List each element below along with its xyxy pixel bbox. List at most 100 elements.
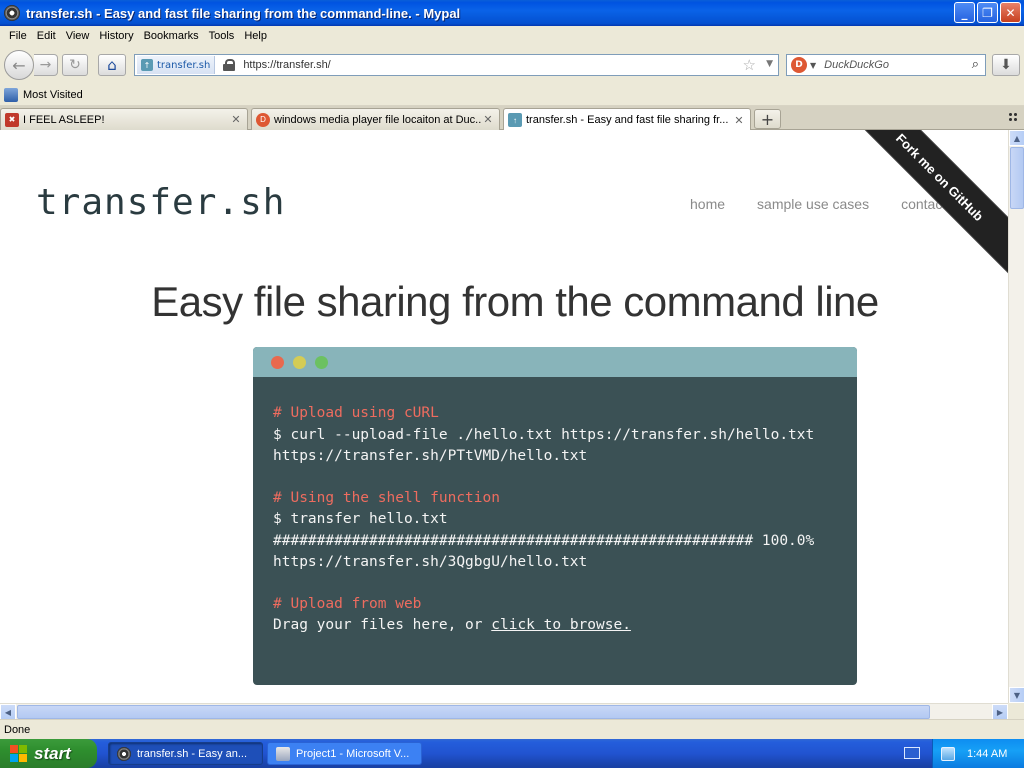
new-tab-button[interactable]: + bbox=[754, 109, 781, 129]
downloads-button[interactable]: ⬇ bbox=[992, 54, 1020, 76]
scroll-right-icon[interactable]: ▶ bbox=[992, 704, 1008, 720]
duckduckgo-tab-icon: D bbox=[256, 112, 270, 127]
url-bar[interactable]: ↑ transfer.sh https://transfer.sh/ ☆ ▼ bbox=[134, 54, 779, 76]
menu-help[interactable]: Help bbox=[239, 30, 272, 42]
scroll-down-icon[interactable]: ▼ bbox=[1009, 687, 1024, 703]
navigation-toolbar: ← → ↻ ⌂ ↑ transfer.sh https://transfer.s… bbox=[0, 46, 1024, 84]
search-input[interactable]: DuckDuckGo bbox=[824, 59, 889, 71]
scroll-left-icon[interactable]: ◀ bbox=[0, 704, 16, 720]
terminal-body: # Upload using cURL $ curl --upload-file … bbox=[253, 377, 857, 637]
terminal-comment: # Using the shell function bbox=[273, 489, 500, 506]
download-arrow-icon: ⬇ bbox=[1000, 57, 1012, 73]
home-icon: ⌂ bbox=[107, 56, 117, 74]
site-favicon-icon: ↑ bbox=[141, 59, 153, 71]
taskbar-item-label: Project1 - Microsoft V... bbox=[296, 747, 410, 760]
windows-logo-icon bbox=[10, 744, 28, 763]
forward-arrow-icon: → bbox=[39, 57, 52, 73]
tab-close-icon[interactable]: ✕ bbox=[481, 113, 495, 126]
url-input[interactable]: https://transfer.sh/ bbox=[243, 59, 330, 71]
clock[interactable]: 1:44 AM bbox=[967, 748, 1007, 760]
terminal-line: $ curl --upload-file ./hello.txt https:/… bbox=[273, 426, 815, 443]
window-title: transfer.sh - Easy and fast file sharing… bbox=[26, 5, 461, 21]
page-headline: Easy file sharing from the command line bbox=[151, 278, 879, 325]
window-titlebar[interactable]: transfer.sh - Easy and fast file sharing… bbox=[0, 0, 1024, 26]
tab-favicon-icon: ✖ bbox=[5, 112, 19, 127]
taskbar-item-browser[interactable]: transfer.sh - Easy an... bbox=[108, 742, 263, 765]
click-to-browse-link[interactable]: click to browse. bbox=[491, 617, 631, 633]
site-nav-sample-use-cases[interactable]: sample use cases bbox=[757, 196, 869, 212]
vertical-scrollbar[interactable]: ▲ ▼ bbox=[1008, 130, 1024, 703]
menu-edit[interactable]: Edit bbox=[32, 30, 61, 42]
site-logo[interactable]: transfer.sh bbox=[36, 182, 285, 223]
taskbar-item-visual-basic[interactable]: Project1 - Microsoft V... bbox=[267, 742, 422, 765]
tab-label: I FEEL ASLEEP! bbox=[23, 113, 105, 126]
terminal-line: https://transfer.sh/PTtVMD/hello.txt bbox=[273, 448, 588, 464]
scrollbar-corner bbox=[1008, 703, 1024, 719]
tab-i-feel-asleep[interactable]: ✖ I FEEL ASLEEP! ✕ bbox=[0, 108, 248, 130]
keyboard-language-icon[interactable] bbox=[904, 747, 920, 759]
terminal-comment: # Upload from web bbox=[273, 595, 422, 612]
menu-view[interactable]: View bbox=[61, 30, 95, 42]
duckduckgo-icon[interactable]: D bbox=[791, 57, 807, 73]
mypal-app-icon bbox=[4, 5, 20, 21]
site-nav-home[interactable]: home bbox=[690, 196, 725, 212]
terminal-maximize-dot bbox=[315, 355, 328, 369]
search-icon[interactable]: ⌕ bbox=[972, 57, 979, 72]
terminal-comment: # Upload using cURL bbox=[273, 405, 439, 421]
start-button[interactable]: start bbox=[0, 739, 97, 768]
close-button[interactable]: ✕ bbox=[1000, 2, 1021, 23]
terminal-titlebar bbox=[253, 347, 857, 377]
menu-file[interactable]: File bbox=[4, 30, 32, 42]
window-controls: _ ❐ ✕ bbox=[954, 2, 1021, 23]
tab-duckduckgo-search[interactable]: D windows media player file locaiton at … bbox=[251, 108, 500, 130]
terminal-close-dot bbox=[271, 355, 284, 369]
home-button[interactable]: ⌂ bbox=[98, 54, 126, 76]
site-identity-label: transfer.sh bbox=[157, 59, 211, 71]
minimize-button[interactable]: _ bbox=[954, 2, 975, 23]
reload-button[interactable]: ↻ bbox=[62, 54, 88, 76]
tab-close-icon[interactable]: ✕ bbox=[229, 113, 243, 126]
tab-label: transfer.sh - Easy and fast file sharing… bbox=[526, 114, 729, 126]
scroll-up-icon[interactable]: ▲ bbox=[1009, 130, 1024, 146]
maximize-button[interactable]: ❐ bbox=[977, 2, 998, 23]
vertical-scroll-thumb[interactable] bbox=[1010, 147, 1024, 209]
status-text: Done bbox=[4, 723, 31, 736]
bookmark-star-icon[interactable]: ☆ bbox=[743, 56, 756, 74]
tab-label: windows media player file locaiton at Du… bbox=[274, 113, 481, 126]
search-engine-dropdown-icon[interactable]: ▼ bbox=[810, 61, 816, 70]
plus-icon: + bbox=[760, 109, 775, 129]
network-tray-icon[interactable] bbox=[941, 746, 955, 761]
upload-drop-zone[interactable]: Drag your files here, or click to browse… bbox=[273, 615, 837, 637]
taskbar-item-label: transfer.sh - Easy an... bbox=[137, 747, 248, 760]
forward-button[interactable]: → bbox=[34, 54, 58, 76]
mypal-taskbar-icon bbox=[117, 746, 131, 761]
site-identity-button[interactable]: ↑ transfer.sh bbox=[137, 56, 216, 74]
most-visited-icon bbox=[4, 87, 18, 102]
url-dropdown-icon[interactable]: ▼ bbox=[766, 59, 773, 69]
start-label: start bbox=[34, 743, 71, 763]
horizontal-scroll-thumb[interactable] bbox=[17, 705, 930, 719]
bookmark-most-visited[interactable]: Most Visited bbox=[23, 89, 83, 101]
terminal-line: $ transfer hello.txt bbox=[273, 511, 448, 527]
terminal-line: https://transfer.sh/3QgbgU/hello.txt bbox=[273, 554, 588, 570]
terminal-window: # Upload using cURL $ curl --upload-file … bbox=[253, 347, 857, 685]
tab-transfer-sh[interactable]: ↑ transfer.sh - Easy and fast file shari… bbox=[503, 108, 751, 131]
menu-tools[interactable]: Tools bbox=[204, 30, 240, 42]
drop-zone-text: Drag your files here, or bbox=[273, 617, 492, 633]
back-arrow-icon: ← bbox=[12, 55, 26, 75]
back-button[interactable]: ← bbox=[4, 50, 34, 80]
tab-strip: ✖ I FEEL ASLEEP! ✕ D windows media playe… bbox=[0, 106, 1024, 131]
reload-icon: ↻ bbox=[69, 57, 81, 73]
search-bar[interactable]: D ▼ DuckDuckGo ⌕ bbox=[786, 54, 986, 76]
menu-bookmarks[interactable]: Bookmarks bbox=[139, 30, 204, 42]
terminal-progress-line: ########################################… bbox=[273, 532, 815, 549]
lock-icon bbox=[223, 59, 236, 71]
tab-close-icon[interactable]: ✕ bbox=[732, 114, 746, 127]
horizontal-scrollbar[interactable]: ◀ ▶ bbox=[0, 703, 1008, 720]
site-nav: home sample use cases contact us bbox=[690, 196, 965, 212]
system-tray: 1:44 AM bbox=[932, 739, 1024, 768]
bookmarks-toolbar: Most Visited bbox=[0, 84, 1024, 106]
menu-history[interactable]: History bbox=[94, 30, 138, 42]
list-all-tabs-icon[interactable] bbox=[1008, 112, 1018, 122]
visual-basic-icon bbox=[276, 746, 290, 761]
